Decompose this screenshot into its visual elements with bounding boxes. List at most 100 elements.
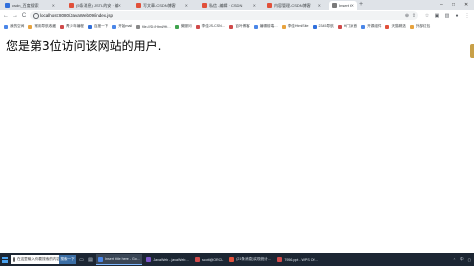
- site-info-icon[interactable]: [33, 13, 39, 19]
- taskbar-app[interactable]: Insert title here - Go…: [96, 254, 143, 265]
- bookmark-label: 青少年编程: [65, 24, 84, 28]
- tab-favicon-icon: [202, 3, 207, 8]
- tab-4[interactable]: 内容管理-CSDN博客 ✕: [264, 1, 324, 10]
- menu-icon[interactable]: ⋮: [464, 13, 470, 19]
- tab-label: 私信 -编辑 · CSDN: [209, 2, 243, 8]
- notification-icon[interactable]: ▢: [468, 258, 471, 262]
- search-icon: [13, 257, 15, 262]
- taskbar-app[interactable]: scott@ORCL: [193, 254, 225, 265]
- tray-arrow-icon[interactable]: ⌃: [453, 258, 456, 262]
- tab-5[interactable]: Insert title here ✕: [329, 1, 357, 10]
- tab-favicon-icon: [69, 3, 74, 8]
- bookmark-item[interactable]: 微服问: [174, 24, 192, 29]
- tab-favicon-icon: [267, 3, 272, 8]
- tab-favicon-icon: [136, 3, 141, 8]
- taskbar-app-label: Insert title here - Go…: [105, 257, 141, 261]
- new-tab-button[interactable]: +: [359, 1, 363, 9]
- bookmark-label: H门派首: [343, 24, 358, 28]
- bookmark-favicon-icon: [361, 24, 366, 29]
- browser-toolbar: ← → C localhost:8080/JavaWeb09/index.jsp…: [0, 10, 474, 22]
- bookmark-label: 我的空间: [10, 24, 25, 28]
- search-button[interactable]: 搜索一下: [59, 255, 76, 264]
- tab-2[interactable]: 写文章-CSDN博客 ✕: [133, 1, 191, 10]
- bookmark-item[interactable]: H门派首: [337, 24, 358, 29]
- bookmark-item[interactable]: 青少年编程: [59, 24, 84, 29]
- bookmark-favicon-icon: [136, 24, 141, 29]
- tab-favicon-icon: [5, 3, 10, 8]
- bookmark-item[interactable]: 开源组件: [361, 24, 381, 29]
- bookmark-item[interactable]: 2345导航: [312, 24, 334, 29]
- tab-1[interactable]: (5条消息) JSTL的安 · 编辑 · CSDN ✕: [66, 1, 124, 10]
- tab-label: (5条消息) JSTL的安 · 编辑 · CSDN: [76, 2, 118, 8]
- start-button[interactable]: [0, 253, 10, 266]
- bookmark-label: 开源组件: [367, 24, 382, 28]
- bookmark-star-icon[interactable]: ☆: [424, 13, 430, 19]
- bookmark-label: 外部红包: [415, 24, 431, 28]
- forward-button[interactable]: →: [11, 12, 19, 20]
- bookmark-label: 李佳JS-CSN…: [201, 24, 226, 28]
- visitor-count-message: 您是第3位访问该网站的用户.: [6, 39, 162, 53]
- tab-0[interactable]: csdn_百度搜索 ✕: [2, 1, 58, 10]
- bookmark-favicon-icon: [4, 24, 8, 29]
- bookmark-favicon-icon: [112, 24, 117, 29]
- bookmark-item[interactable]: 百叶博客: [229, 24, 250, 29]
- taskbar-app[interactable]: (21条消息)实现统计…: [227, 254, 273, 265]
- app-icon: [98, 256, 103, 262]
- reload-button[interactable]: C: [20, 12, 28, 20]
- close-tab-icon[interactable]: ✕: [253, 3, 256, 8]
- bookmark-favicon-icon: [229, 24, 234, 29]
- sidebar-icon[interactable]: ▥: [444, 13, 450, 19]
- bookmark-label: 天猫精选: [391, 24, 406, 28]
- close-tab-icon[interactable]: ✕: [185, 3, 188, 8]
- profile-icon[interactable]: ●: [454, 13, 460, 19]
- taskbar: 在这里输入你要搜索的内容 搜索一下 ▭ ▤ Insert title here …: [0, 253, 474, 266]
- search-placeholder: 在这里输入你要搜索的内容: [17, 257, 61, 261]
- bookmark-item[interactable]: file:///D:/Html/Ht…: [136, 24, 171, 29]
- app-icon: [194, 257, 200, 262]
- close-tab-icon[interactable]: ✕: [52, 3, 55, 8]
- address-url[interactable]: localhost:8080/JavaWeb09/index.jsp: [40, 12, 113, 19]
- input-method-indicator[interactable]: 中: [460, 257, 464, 262]
- bookmark-favicon-icon: [253, 24, 258, 29]
- tab-3[interactable]: 私信 -编辑 · CSDN ✕: [199, 1, 259, 10]
- minimize-button[interactable]: –: [440, 0, 443, 10]
- system-tray: ⌃ 中 ▢: [453, 253, 471, 266]
- taskbar-app-label: 7956.ppt - WPS Of…: [284, 257, 319, 262]
- bookmark-item[interactable]: 李佳HtmlSite: [281, 24, 309, 29]
- bookmark-label: 百度一下: [93, 24, 109, 28]
- bookmark-label: 常用导航收藏: [34, 24, 56, 28]
- tab-strip: csdn_百度搜索 ✕ (5条消息) JSTL的安 · 编辑 · CSDN ✕ …: [0, 0, 474, 10]
- bookmark-item[interactable]: 百度一下: [87, 24, 109, 29]
- close-tab-icon[interactable]: ✕: [118, 3, 121, 8]
- share-icon[interactable]: ⇪: [411, 13, 417, 19]
- bookmark-favicon-icon: [174, 24, 179, 29]
- maximize-button[interactable]: □: [452, 0, 455, 10]
- back-button[interactable]: ←: [2, 12, 10, 20]
- extensions-icon[interactable]: ▣: [434, 13, 440, 19]
- close-tab-icon[interactable]: ✕: [318, 3, 321, 8]
- bookmark-item[interactable]: 编辑前端…: [253, 24, 278, 29]
- bookmark-item[interactable]: 天猫精选: [385, 24, 406, 29]
- bookmark-item[interactable]: 开始mail: [112, 24, 132, 29]
- bookmark-item[interactable]: 常用导航收藏: [28, 24, 56, 29]
- taskbar-app[interactable]: JavaWeb - javaWeb…: [144, 254, 191, 265]
- close-window-button[interactable]: ✕: [464, 0, 468, 10]
- zoom-icon[interactable]: ⊕: [404, 13, 410, 19]
- bookmark-item[interactable]: 李佳JS-CSN…: [195, 24, 226, 29]
- taskbar-app-label: JavaWeb - javaWeb…: [153, 257, 189, 262]
- bookmark-favicon-icon: [195, 24, 200, 29]
- bookmark-item[interactable]: 我的空间: [4, 24, 24, 29]
- taskbar-search-box[interactable]: 在这里输入你要搜索的内容: [11, 255, 61, 264]
- task-view-icon[interactable]: ▭: [78, 256, 85, 264]
- address-bar[interactable]: localhost:8080/JavaWeb09/index.jsp: [30, 11, 418, 20]
- file-explorer-icon[interactable]: ▤: [87, 256, 94, 264]
- taskbar-app[interactable]: 7956.ppt - WPS Of…: [275, 254, 320, 265]
- bookmark-favicon-icon: [409, 24, 414, 29]
- close-tab-icon[interactable]: ✕: [351, 3, 354, 8]
- taskbar-app-label: (21条消息)实现统计…: [236, 257, 272, 261]
- page-content: 您是第3位访问该网站的用户.: [0, 31, 474, 253]
- bookmark-item[interactable]: 外部红包: [409, 24, 431, 29]
- side-panel-handle[interactable]: [470, 44, 474, 58]
- bookmark-favicon-icon: [28, 24, 33, 29]
- taskbar-app-label: scott@ORCL: [201, 257, 224, 262]
